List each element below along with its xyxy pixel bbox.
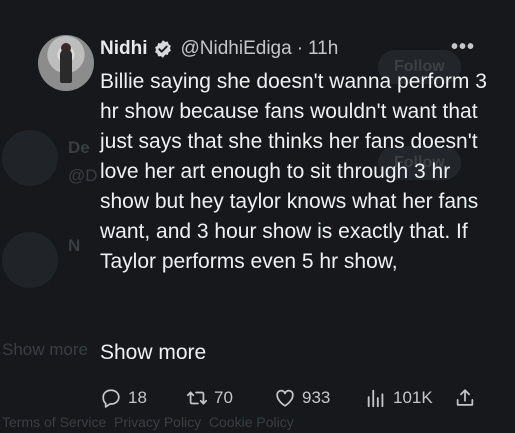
more-icon[interactable]: •••: [451, 36, 475, 59]
reply-count: 18: [128, 388, 147, 407]
share-icon: [456, 389, 474, 406]
tweet-text: Billie saying she doesn't wanna perform …: [100, 70, 487, 273]
separator: ·: [296, 38, 304, 59]
reply-button[interactable]: 18: [100, 387, 147, 409]
author-name[interactable]: Nidhi: [100, 38, 148, 60]
like-button[interactable]: 933: [274, 387, 330, 409]
views-count: 101K: [393, 388, 433, 407]
timestamp[interactable]: 11h: [308, 38, 338, 60]
repost-icon: [186, 391, 208, 405]
verified-badge-icon: [153, 39, 173, 59]
avatar[interactable]: [38, 35, 94, 91]
avatar-figure-body: [60, 49, 72, 83]
repost-count: 70: [214, 388, 233, 407]
views-button[interactable]: 101K: [365, 387, 433, 409]
like-count: 933: [302, 388, 331, 407]
like-icon: [276, 389, 294, 407]
tweet-header: Nidhi @NidhiEdiga · 11h: [100, 37, 338, 61]
reply-icon: [102, 389, 120, 408]
tweet[interactable]: Nidhi @NidhiEdiga · 11h ••• Billie sayin…: [0, 0, 515, 433]
author-handle[interactable]: @NidhiEdiga: [181, 38, 292, 60]
repost-button[interactable]: 70: [186, 387, 233, 409]
show-more-link[interactable]: Show more: [100, 338, 206, 368]
views-icon: [367, 389, 384, 408]
share-button[interactable]: [454, 387, 482, 409]
tweet-actions: 18 70 933 101K: [100, 387, 480, 415]
